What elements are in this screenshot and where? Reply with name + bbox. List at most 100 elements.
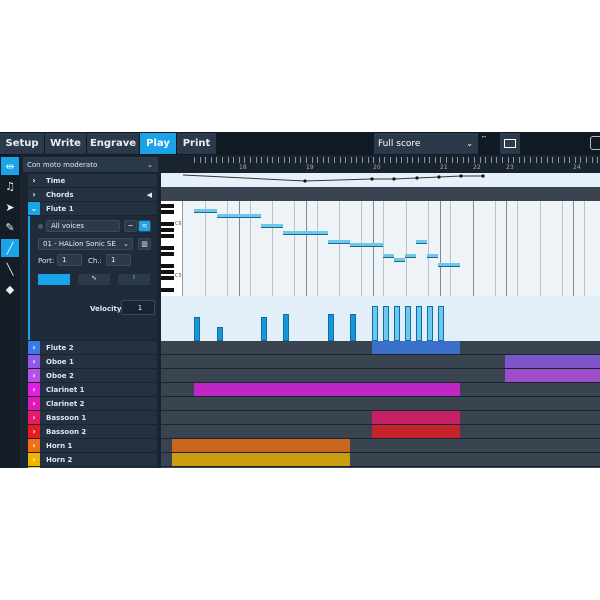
automation-view-button[interactable]: ∿ bbox=[78, 274, 110, 285]
track-lane[interactable] bbox=[161, 383, 600, 396]
midi-region[interactable] bbox=[505, 369, 600, 382]
velocity-lane[interactable] bbox=[161, 296, 600, 341]
track-lane[interactable] bbox=[161, 411, 600, 424]
chevron-right-icon[interactable]: › bbox=[28, 174, 40, 187]
chevron-right-icon[interactable]: › bbox=[28, 439, 40, 452]
track-header[interactable]: › Clarinet 2 bbox=[28, 397, 157, 410]
channel-select[interactable]: 1 bbox=[106, 254, 131, 266]
midi-region[interactable] bbox=[194, 383, 460, 396]
tab-write[interactable]: Write bbox=[45, 133, 86, 154]
line-tool-icon[interactable]: ╱ bbox=[1, 239, 19, 257]
port-select[interactable]: 1 bbox=[57, 254, 82, 266]
tempo-point[interactable] bbox=[437, 175, 441, 179]
midi-region[interactable] bbox=[172, 439, 350, 452]
right-panel-icon[interactable] bbox=[590, 136, 600, 150]
chevron-right-icon[interactable]: › bbox=[28, 383, 40, 396]
velocity-bar[interactable] bbox=[283, 314, 289, 341]
tab-setup[interactable]: Setup bbox=[0, 133, 44, 154]
velocity-bar[interactable] bbox=[383, 306, 389, 341]
track-header[interactable]: › Horn 1 bbox=[28, 439, 157, 452]
track-lane[interactable] bbox=[161, 453, 600, 466]
note-icon[interactable]: ♫ bbox=[1, 177, 19, 195]
velocity-bar[interactable] bbox=[405, 306, 411, 341]
midi-note[interactable] bbox=[328, 240, 350, 244]
velocity-bar[interactable] bbox=[438, 306, 444, 341]
record-dot-icon[interactable] bbox=[38, 224, 43, 229]
midi-note[interactable] bbox=[438, 263, 460, 267]
track-lane[interactable] bbox=[161, 369, 600, 382]
track-lane[interactable] bbox=[161, 341, 600, 354]
tempo-point[interactable] bbox=[481, 174, 485, 178]
chevron-right-icon[interactable]: › bbox=[28, 411, 40, 424]
track-header-flute-1[interactable]: ⌄ Flute 1 bbox=[28, 202, 157, 215]
chevron-right-icon[interactable]: › bbox=[28, 341, 40, 354]
velocity-bar[interactable] bbox=[261, 317, 267, 341]
track-header[interactable]: › Flute 2 bbox=[28, 341, 157, 354]
eraser-icon[interactable]: ◆ bbox=[1, 280, 19, 298]
track-header[interactable]: › Clarinet 1 bbox=[28, 383, 157, 396]
chevron-right-icon[interactable]: › bbox=[28, 397, 40, 410]
select-arrow-icon[interactable]: ➤ bbox=[1, 198, 19, 216]
midi-note[interactable] bbox=[283, 231, 328, 235]
track-header[interactable]: › bbox=[28, 467, 157, 468]
keyboard-icon[interactable]: ▥ bbox=[138, 238, 151, 250]
track-header[interactable]: › Oboe 1 bbox=[28, 355, 157, 368]
midi-region[interactable] bbox=[172, 453, 350, 466]
tempo-point[interactable] bbox=[303, 179, 307, 183]
tempo-point[interactable] bbox=[392, 177, 396, 181]
chevron-right-icon[interactable]: › bbox=[28, 453, 40, 466]
track-header[interactable]: › Oboe 2 bbox=[28, 369, 157, 382]
velocity-bar[interactable] bbox=[394, 306, 400, 341]
piano-roll[interactable]: C6 C5 bbox=[161, 201, 600, 296]
midi-note[interactable] bbox=[194, 209, 217, 213]
playback-mode-icon[interactable]: ⇹ bbox=[1, 157, 19, 175]
instrument-select[interactable]: 01 - HALion Sonic SE ⌄ bbox=[38, 238, 133, 250]
midi-region[interactable] bbox=[372, 341, 460, 354]
track-lane[interactable] bbox=[161, 355, 600, 368]
speaker-icon[interactable]: ◀ bbox=[147, 191, 152, 199]
tempo-select[interactable]: Con moto moderato ⌄ bbox=[23, 157, 158, 172]
tab-print[interactable]: Print bbox=[177, 133, 216, 154]
velocity-bar[interactable] bbox=[350, 314, 356, 341]
chevron-right-icon[interactable]: › bbox=[28, 369, 40, 382]
track-header[interactable]: › Horn 2 bbox=[28, 453, 157, 466]
waves-icon[interactable]: ≋ bbox=[138, 220, 151, 232]
track-lane[interactable] bbox=[161, 439, 600, 452]
track-header[interactable]: › Bassoon 1 bbox=[28, 411, 157, 424]
chevron-right-icon[interactable]: › bbox=[28, 188, 40, 201]
chevron-right-icon[interactable]: › bbox=[28, 425, 40, 438]
midi-note[interactable] bbox=[416, 240, 427, 244]
tempo-point[interactable] bbox=[415, 176, 419, 180]
chevron-right-icon[interactable]: › bbox=[28, 467, 40, 468]
midi-note[interactable] bbox=[394, 258, 405, 262]
track-header-time[interactable]: › Time bbox=[28, 174, 157, 187]
midi-note[interactable] bbox=[261, 224, 283, 228]
velocity-bar[interactable] bbox=[194, 317, 200, 341]
velocity-field[interactable]: 1 bbox=[121, 300, 155, 315]
midi-note[interactable] bbox=[383, 254, 394, 258]
brush-icon[interactable]: ╲ bbox=[1, 260, 19, 278]
midi-region[interactable] bbox=[505, 355, 600, 368]
velocity-bar[interactable] bbox=[217, 327, 223, 341]
track-header[interactable]: › Bassoon 2 bbox=[28, 425, 157, 438]
midi-region[interactable] bbox=[372, 411, 460, 424]
tab-play[interactable]: Play bbox=[140, 133, 176, 154]
curve-icon[interactable]: ~ bbox=[124, 220, 137, 232]
ruler[interactable]: 18 19 20 21 22 23 24 bbox=[160, 155, 600, 173]
midi-note[interactable] bbox=[427, 254, 438, 258]
playing-techniques-button[interactable]: ⁞ bbox=[118, 274, 150, 285]
midi-note[interactable] bbox=[372, 243, 383, 247]
velocity-bar[interactable] bbox=[416, 306, 422, 341]
track-lane[interactable] bbox=[161, 467, 600, 468]
layout-select[interactable]: Full score ⌄ bbox=[374, 133, 478, 154]
chevron-down-icon[interactable]: ⌄ bbox=[28, 202, 40, 215]
velocity-bar[interactable] bbox=[328, 314, 334, 341]
midi-note[interactable] bbox=[217, 214, 261, 218]
velocity-bar[interactable] bbox=[427, 306, 433, 341]
chevron-right-icon[interactable]: › bbox=[28, 355, 40, 368]
track-lane[interactable] bbox=[161, 397, 600, 410]
tab-engrave[interactable]: Engrave bbox=[87, 133, 139, 154]
galley-view-button[interactable] bbox=[500, 133, 520, 154]
voices-field[interactable]: All voices bbox=[46, 220, 120, 232]
midi-note[interactable] bbox=[350, 243, 372, 247]
